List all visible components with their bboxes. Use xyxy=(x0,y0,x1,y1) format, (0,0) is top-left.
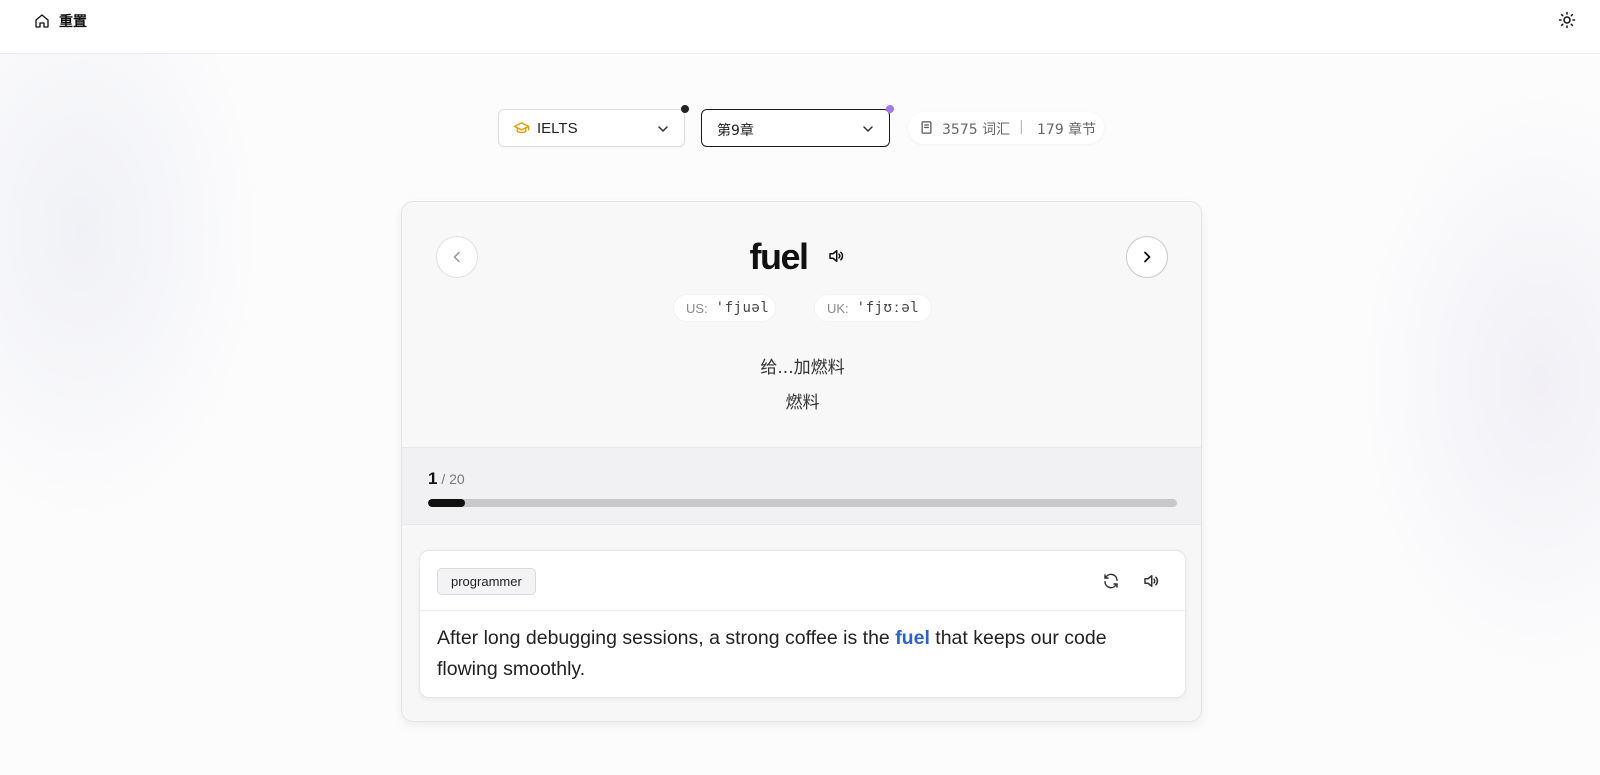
speaker-icon xyxy=(1144,575,1159,587)
chapter-select-value: 第9章 xyxy=(717,123,754,139)
example-sentence-card: programmer After long debugging sessions… xyxy=(419,550,1187,698)
book-select[interactable]: IELTS xyxy=(498,109,685,147)
progress-current: 1 xyxy=(428,469,438,488)
meaning-line: 给...加燃料 xyxy=(760,358,845,378)
chapter-count: 179 章节 xyxy=(1037,122,1097,138)
progress-bar xyxy=(428,499,1177,507)
word-display: fuel US: 'fjuəl UK: 'fjʊːəl 给...加燃料 燃料 xyxy=(402,202,1201,447)
home-icon xyxy=(35,14,49,28)
word-title: fuel xyxy=(749,236,809,277)
book-indicator-dot xyxy=(681,105,689,113)
reset-label: 重置 xyxy=(59,14,87,30)
graduation-cap-icon xyxy=(513,122,530,134)
chapter-indicator-dot xyxy=(886,105,894,113)
theme-toggle-button[interactable] xyxy=(1558,11,1576,29)
top-bar: 重置 xyxy=(0,0,1600,54)
refresh-example-button[interactable] xyxy=(1102,572,1120,590)
chevron-down-icon xyxy=(863,126,873,132)
meaning-line: 燃料 xyxy=(785,393,820,413)
sun-icon xyxy=(1558,11,1576,29)
chapter-select[interactable]: 第9章 xyxy=(701,109,890,147)
uk-tag: UK: xyxy=(827,300,849,316)
highlighted-word: fuel xyxy=(895,627,930,649)
progress-counter: 1 / 20 xyxy=(428,469,465,489)
play-example-button[interactable] xyxy=(1142,572,1160,590)
us-pronunciation[interactable]: US: 'fjuəl xyxy=(674,295,775,321)
reset-home-button[interactable]: 重置 xyxy=(34,10,87,32)
example-header: programmer xyxy=(420,551,1187,611)
us-tag: US: xyxy=(686,300,708,316)
speaker-icon[interactable] xyxy=(827,247,845,265)
refresh-icon xyxy=(1104,573,1118,589)
us-ipa: 'fjuəl xyxy=(715,300,770,316)
progress-total: / 20 xyxy=(441,471,465,487)
dictionary-stats: 3575 词汇 | 179 章节 xyxy=(908,112,1104,144)
book-icon xyxy=(921,121,932,134)
chevron-down-icon xyxy=(658,126,668,132)
progress-bar-fill xyxy=(428,499,466,507)
sentence-before: After long debugging sessions, a strong … xyxy=(437,627,896,649)
uk-ipa: 'fjʊːəl xyxy=(856,300,920,316)
book-select-value: IELTS xyxy=(537,120,578,137)
word-title-row: fuel xyxy=(402,236,1201,278)
uk-pronunciation[interactable]: UK: 'fjʊːəl xyxy=(815,295,931,321)
persona-tag[interactable]: programmer xyxy=(437,568,536,595)
word-count: 3575 词汇 xyxy=(942,122,1011,138)
stats-separator: | xyxy=(1019,119,1024,135)
progress-section: 1 / 20 xyxy=(402,447,1201,525)
example-sentence: After long debugging sessions, a strong … xyxy=(437,623,1172,685)
word-card: fuel US: 'fjuəl UK: 'fjʊːəl 给...加燃料 燃料 1… xyxy=(401,201,1202,722)
